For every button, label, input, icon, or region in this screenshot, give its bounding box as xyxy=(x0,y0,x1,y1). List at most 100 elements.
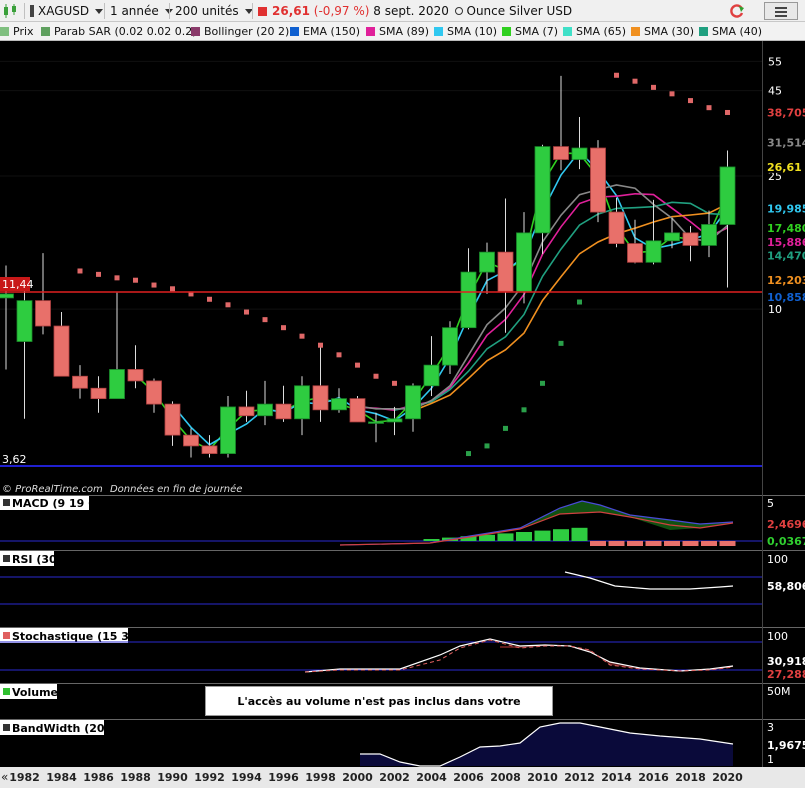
macd-panel: MACD (9 19 6) 5 2,4696 0,0367 xyxy=(0,496,805,548)
mark-11-44-label: 11,44 xyxy=(2,278,34,291)
price-scale-label: 10 xyxy=(768,303,782,316)
bandwidth-value: 1,9675 xyxy=(767,739,805,752)
sar-dot xyxy=(503,425,508,431)
legend-item-prix[interactable]: Prix xyxy=(0,25,34,39)
macd-value: 2,4696 xyxy=(767,518,805,531)
chart-area[interactable]: 11,44 3,62 © ProRealTime.com Données en … xyxy=(0,41,805,788)
legend-item-sma-89[interactable]: SMA (89) xyxy=(366,25,429,39)
parabolic-sar xyxy=(77,72,730,457)
candle-1983 xyxy=(35,253,51,335)
candle-2019 xyxy=(701,210,717,258)
sar-dot xyxy=(392,380,397,386)
last-price: 26,61 xyxy=(272,4,310,18)
symbol-label: XAGUSD xyxy=(38,4,90,18)
candle-2018 xyxy=(682,226,699,262)
candle-1994 xyxy=(238,390,255,422)
price-badge-label: 14,470 xyxy=(767,249,805,262)
color-swatch-icon xyxy=(41,27,50,36)
candle-1996 xyxy=(275,385,292,422)
volume-subscription-notice: L'accès au volume n'est pas inclus dans … xyxy=(205,686,553,738)
candle-2011 xyxy=(553,75,569,171)
candle-1985 xyxy=(72,365,88,399)
candle-1987 xyxy=(109,292,125,400)
price-badge-label: 15,886 xyxy=(767,236,805,249)
candle-1998 xyxy=(312,345,329,422)
candle-2013 xyxy=(590,140,606,223)
price-badge-label: 31,514 xyxy=(767,136,805,149)
menu-icon[interactable] xyxy=(764,2,798,20)
volume-scale: 50M xyxy=(767,685,791,698)
time-axis-label: 2010 xyxy=(527,771,558,784)
price-date: 8 sept. 2020 xyxy=(373,4,449,18)
candle-1993 xyxy=(220,395,236,458)
legend-item-sma-30[interactable]: SMA (30) xyxy=(631,25,694,39)
sar-dot xyxy=(558,340,564,346)
price-candles xyxy=(0,75,736,458)
sma-7-line xyxy=(134,152,729,451)
macd-bar xyxy=(701,541,717,546)
legend-item-parab-sar[interactable]: Parab SAR (0.02 0.02 0.2) xyxy=(41,25,197,39)
macd-bar xyxy=(571,527,588,541)
bandwidth-icon xyxy=(3,724,10,731)
watermark: © ProRealTime.com Données en fin de jour… xyxy=(2,483,242,495)
sar-dot xyxy=(632,78,638,84)
rsi-scale: 100 xyxy=(767,553,788,566)
sar-dot xyxy=(151,282,157,288)
legend-item-ema-150[interactable]: EMA (150) xyxy=(290,25,360,39)
candle-2006 xyxy=(460,248,477,330)
time-axis-label: 1998 xyxy=(305,771,336,784)
price-info: 26,61 (-0,97 %) 8 sept. 2020 Ounce Silve… xyxy=(258,3,572,19)
toolbar: XAGUSD 1 année 200 unités 26,61 (-0,97 %… xyxy=(0,0,805,22)
sar-dot xyxy=(96,271,101,277)
sar-dot xyxy=(521,407,527,413)
macd-bar xyxy=(423,539,440,541)
period-dropdown[interactable]: 1 année xyxy=(110,3,173,19)
color-swatch-icon xyxy=(631,27,640,36)
time-axis-label: 2018 xyxy=(675,771,706,784)
candle-1997 xyxy=(294,376,310,436)
macd-bar xyxy=(682,541,699,546)
sar-dot xyxy=(299,333,305,339)
stochastic-icon xyxy=(3,632,10,639)
candle-1992 xyxy=(201,435,218,458)
scroll-left-icon[interactable]: « xyxy=(1,770,8,784)
refresh-icon[interactable] xyxy=(728,2,746,18)
sar-dot xyxy=(484,443,490,449)
units-dropdown[interactable]: 200 unités xyxy=(175,3,253,19)
candle-1995 xyxy=(257,380,273,426)
candles-chart-icon[interactable] xyxy=(2,3,20,19)
legend-item-sma-7[interactable]: SMA (7) xyxy=(502,25,558,39)
candle-1990 xyxy=(164,401,181,446)
candle-1986 xyxy=(90,376,107,413)
time-axis-label: 1992 xyxy=(194,771,225,784)
candle-1984 xyxy=(53,312,70,377)
sar-dot xyxy=(114,275,120,281)
macd-hist-value: 0,0367 xyxy=(767,535,805,548)
sar-dot xyxy=(133,277,138,283)
legend-item-sma-40[interactable]: SMA (40) xyxy=(699,25,762,39)
period-label: 1 année xyxy=(110,4,159,18)
stochastic-title: Stochastique (15 3 3) xyxy=(12,630,145,643)
legend-item-bollinger[interactable]: Bollinger (20 2) xyxy=(191,25,289,39)
price-scale-label: 55 xyxy=(768,55,782,68)
symbol-dropdown[interactable]: XAGUSD xyxy=(30,3,104,19)
legend-item-sma-65[interactable]: SMA (65) xyxy=(563,25,626,39)
candle-2000 xyxy=(349,395,366,423)
price-scale: 5545251038,70531,51426,6119,98517,48015,… xyxy=(764,55,805,316)
rsi-title: RSI (30) xyxy=(12,553,62,566)
candle-2016 xyxy=(645,199,662,265)
macd-bar xyxy=(645,541,662,546)
macd-icon xyxy=(3,499,10,506)
sar-dot xyxy=(373,373,379,379)
time-axis-label: 2016 xyxy=(638,771,669,784)
legend-item-sma-10[interactable]: SMA (10) xyxy=(434,25,497,39)
color-swatch-icon xyxy=(366,27,375,36)
candle-1988 xyxy=(127,345,144,389)
units-label: 200 unités xyxy=(175,4,239,18)
color-swatch-icon xyxy=(191,27,200,36)
candle-2003 xyxy=(405,383,421,432)
circle-icon xyxy=(454,7,463,15)
sar-dot xyxy=(706,105,712,111)
candle-2004 xyxy=(423,336,440,396)
stochastic-scale: 100 xyxy=(767,630,788,643)
